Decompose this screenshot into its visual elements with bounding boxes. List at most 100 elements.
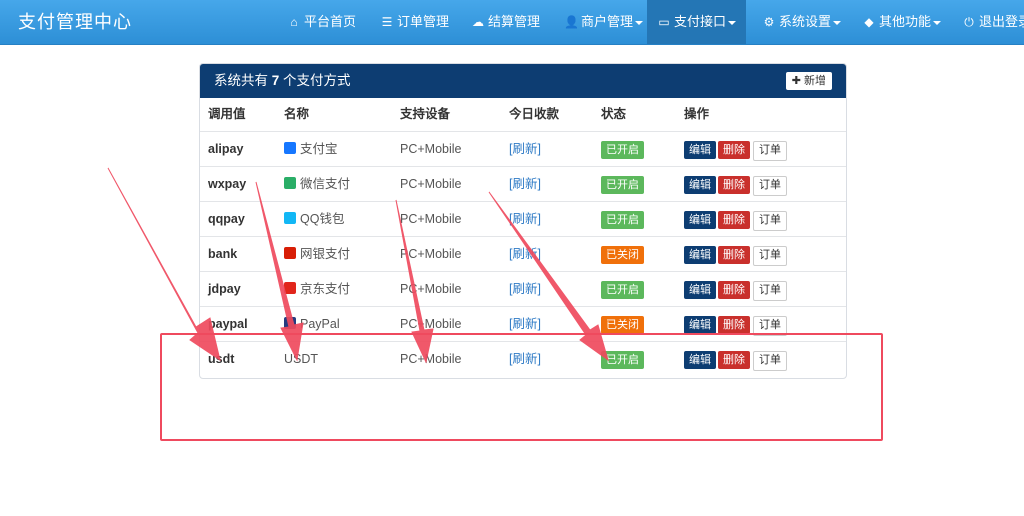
alipay-icon [284,142,296,154]
nav-label: 系统设置 [779,14,832,29]
method-name-label: QQ钱包 [300,212,345,226]
method-name: QQ钱包 [284,202,344,237]
method-name: 支付宝 [284,132,338,167]
table-row: alipay 支付宝 PC+Mobile [刷新] 已开启 编辑 删除 订单 [200,131,846,167]
delete-button[interactable]: 删除 [718,211,750,229]
wechat-icon [284,177,296,189]
refresh-income-link[interactable]: [刷新] [509,167,541,202]
method-key: bank [208,247,238,261]
nav-orders[interactable]: ☰ 订单管理 [380,0,449,44]
method-name: 微信支付 [284,167,350,202]
user-icon: 👤 [564,15,579,29]
status-badge[interactable]: 已关闭 [601,246,644,264]
nav-system-settings[interactable]: ⚙ 系统设置 [762,0,842,44]
supported-devices: PC+Mobile [400,282,462,296]
nav-label: 结算管理 [488,14,541,29]
home-icon: ⌂ [290,15,298,29]
list-icon: ☰ [381,15,393,29]
caret-down-icon [833,20,842,25]
annotation-highlight-box [160,333,883,441]
top-navbar: 支付管理中心 ⌂ 平台首页 ☰ 订单管理 ☁ 结算管理 👤 商户管理 ▭ 支付接口 ⚙ 系统设置 ◆ 其他… [0,0,1024,45]
nav-label: 支付接口 [674,14,727,29]
nav-label: 退出登录 [979,14,1024,29]
cube-icon: ◆ [864,15,874,29]
status-badge[interactable]: 已开启 [601,281,644,299]
edit-button[interactable]: 编辑 [684,211,716,229]
method-name-label: 京东支付 [300,282,351,296]
edit-button[interactable]: 编辑 [684,281,716,299]
method-name-label: 网银支付 [300,247,351,261]
delete-button[interactable]: 删除 [718,141,750,159]
header-income: 今日收款 [509,107,560,121]
payment-methods-panel: 系统共有 7 个支付方式 ✚ 新增 调用值 名称 支持设备 今日收款 状态 操作 alip… [199,63,847,379]
method-name-label: 支付宝 [300,142,338,156]
table-row: wxpay 微信支付 PC+Mobile [刷新] 已开启 编辑 删除 订单 [200,166,846,202]
cloud-icon: ☁ [472,15,484,29]
caret-down-icon [635,20,644,25]
supported-devices: PC+Mobile [400,142,462,156]
jd-icon [284,282,296,294]
header-key: 调用值 [208,107,246,121]
panel-title: 系统共有 7 个支付方式 [214,73,351,88]
orders-button[interactable]: 订单 [753,176,787,196]
edit-button[interactable]: 编辑 [684,176,716,194]
edit-button[interactable]: 编辑 [684,316,716,334]
method-key: wxpay [208,177,247,191]
method-name-label: 微信支付 [300,177,351,191]
delete-button[interactable]: 删除 [718,316,750,334]
table-row: jdpay 京东支付 PC+Mobile [刷新] 已开启 编辑 删除 订单 [200,271,846,307]
table-row: qqpay QQ钱包 PC+Mobile [刷新] 已开启 编辑 删除 订单 [200,201,846,237]
power-icon: ⏻ [964,15,974,29]
method-key: alipay [208,142,244,156]
status-badge[interactable]: 已开启 [601,211,644,229]
credit-card-icon: ▭ [658,15,670,29]
nav-platform-home[interactable]: ⌂ 平台首页 [287,0,356,44]
edit-button[interactable]: 编辑 [684,141,716,159]
app-title[interactable]: 支付管理中心 [18,0,132,44]
supported-devices: PC+Mobile [400,177,462,191]
table-row: bank 网银支付 PC+Mobile [刷新] 已关闭 编辑 删除 订单 [200,236,846,272]
nav-other-functions[interactable]: ◆ 其他功能 [862,0,942,44]
supported-devices: PC+Mobile [400,212,462,226]
delete-button[interactable]: 删除 [718,281,750,299]
refresh-income-link[interactable]: [刷新] [509,132,541,167]
header-device: 支持设备 [400,107,451,121]
nav-payment-interface[interactable]: ▭ 支付接口 [647,0,747,44]
refresh-income-link[interactable]: [刷新] [509,272,541,307]
nav-label: 其他功能 [879,14,932,29]
orders-button[interactable]: 订单 [753,246,787,266]
method-key: jdpay [208,282,241,296]
header-actions: 操作 [684,107,710,121]
paypal-icon [284,317,296,329]
unionpay-icon [284,247,296,259]
caret-down-icon [728,20,737,25]
plus-icon: ✚ [791,75,801,87]
edit-button[interactable]: 编辑 [684,246,716,264]
supported-devices: PC+Mobile [400,247,462,261]
refresh-income-link[interactable]: [刷新] [509,202,541,237]
nav-label: 平台首页 [304,14,357,29]
delete-button[interactable]: 删除 [718,246,750,264]
orders-button[interactable]: 订单 [753,211,787,231]
method-name: 网银支付 [284,237,350,272]
status-badge[interactable]: 已开启 [601,141,644,159]
nav-merchants[interactable]: 👤 商户管理 [564,0,644,44]
orders-button[interactable]: 订单 [753,281,787,301]
nav-settlement[interactable]: ☁ 结算管理 [471,0,540,44]
status-badge[interactable]: 已关闭 [601,316,644,334]
panel-header: 系统共有 7 个支付方式 ✚ 新增 [200,64,846,98]
delete-button[interactable]: 删除 [718,176,750,194]
refresh-income-link[interactable]: [刷新] [509,237,541,272]
add-button[interactable]: ✚ 新增 [785,72,832,90]
status-badge[interactable]: 已开启 [601,176,644,194]
method-name: 京东支付 [284,272,350,307]
qq-icon [284,212,296,224]
nav-label: 商户管理 [581,14,634,29]
caret-down-icon [933,20,942,25]
nav-label: 订单管理 [397,14,450,29]
orders-button[interactable]: 订单 [753,141,787,161]
method-key: qqpay [208,212,245,226]
gear-icon: ⚙ [763,15,775,29]
nav-logout[interactable]: ⏻ 退出登录 [962,0,1024,44]
header-status: 状态 [601,107,627,121]
